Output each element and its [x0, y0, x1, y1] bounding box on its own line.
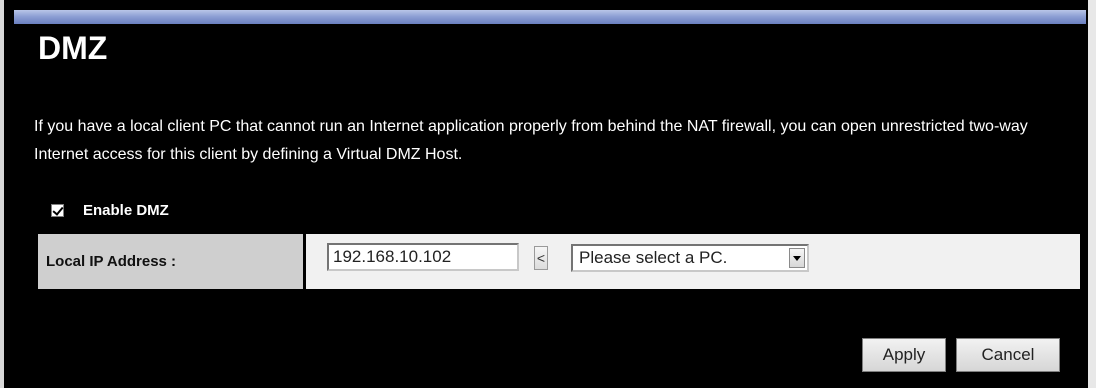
- dmz-panel: DMZ If you have a local client PC that c…: [0, 0, 1096, 388]
- header-bar: [14, 10, 1086, 24]
- enable-dmz-row: Enable DMZ: [51, 199, 169, 221]
- enable-dmz-label: Enable DMZ: [83, 201, 169, 219]
- pc-select-dropdown[interactable]: Please select a PC.: [571, 244, 809, 272]
- page-title: DMZ: [38, 30, 108, 66]
- local-ip-value-cell: < Please select a PC.: [306, 234, 1080, 289]
- copy-pc-ip-button[interactable]: <: [534, 246, 548, 270]
- local-ip-input[interactable]: [327, 243, 519, 271]
- chevron-down-icon[interactable]: [789, 248, 805, 268]
- local-ip-row: Local IP Address : < Please select a PC.: [38, 234, 1080, 289]
- cancel-button[interactable]: Cancel: [956, 338, 1060, 372]
- pc-select-value: Please select a PC.: [579, 248, 728, 267]
- apply-button[interactable]: Apply: [862, 338, 946, 372]
- page-description: If you have a local client PC that canno…: [34, 118, 1028, 163]
- enable-dmz-checkbox[interactable]: [51, 203, 64, 217]
- local-ip-label: Local IP Address :: [38, 234, 303, 289]
